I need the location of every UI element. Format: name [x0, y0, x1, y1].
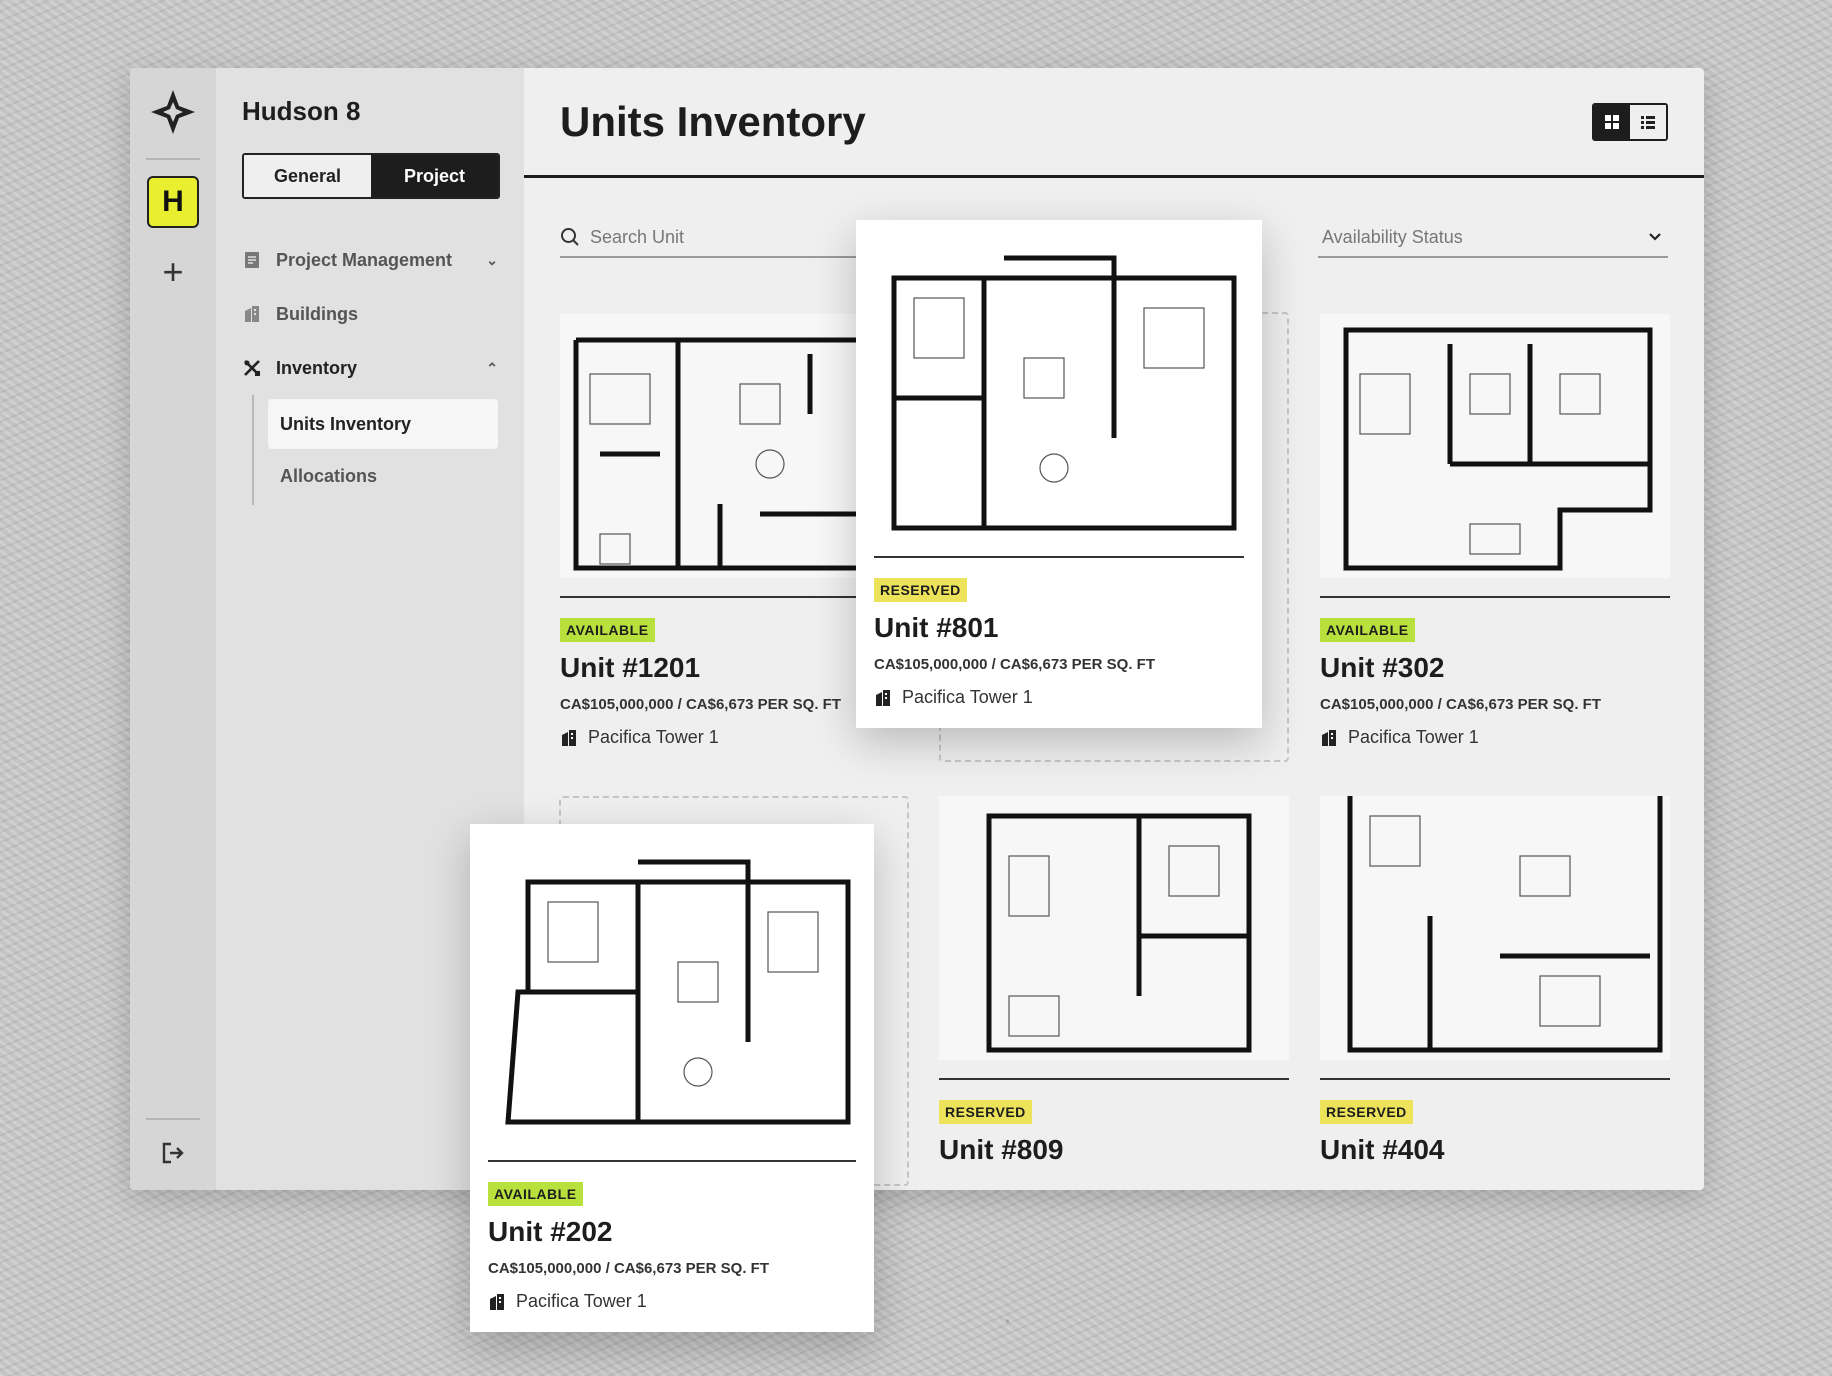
price-value: CA$105,000,000 — [488, 1260, 602, 1277]
unit-card[interactable]: AVAILABLE Unit #302 CA$105,000,000 / CA$… — [1320, 314, 1670, 748]
price-per-sqft: CA$6,673 PER SQ. FT — [999, 656, 1156, 673]
page-title: Units Inventory — [560, 97, 866, 145]
status-badge: AVAILABLE — [1320, 618, 1415, 642]
tower-name: Pacifica Tower 1 — [902, 687, 1033, 707]
rail-bottom — [146, 1118, 200, 1166]
unit-title: Unit #404 — [1320, 1134, 1445, 1165]
unit-title: Unit #809 — [939, 1134, 1064, 1165]
building-icon — [562, 729, 576, 746]
unit-title: Unit #202 — [488, 1216, 613, 1247]
sidebar-item-allocations[interactable]: Allocations — [268, 451, 498, 501]
building-icon — [490, 1293, 504, 1310]
unit-tower: Pacifica Tower 1 — [488, 1291, 856, 1312]
tools-icon — [242, 358, 262, 378]
building-icon — [242, 304, 262, 324]
floorplan-image — [874, 238, 1244, 538]
card-divider — [939, 1078, 1289, 1080]
nav-label: Inventory — [276, 357, 358, 378]
search-icon — [561, 228, 579, 246]
status-badge: AVAILABLE — [488, 1182, 583, 1206]
icon-rail: H + — [130, 68, 216, 1190]
chevron-up-icon: ⌃ — [486, 359, 498, 376]
plus-icon[interactable]: + — [162, 254, 183, 290]
document-icon — [242, 250, 262, 270]
unit-tower: Pacifica Tower 1 — [560, 727, 910, 748]
nav-inventory[interactable]: Inventory ⌃ — [242, 341, 498, 395]
chevron-down-icon — [1649, 233, 1661, 241]
nav-label: Buildings — [276, 303, 358, 324]
brand-logo-icon — [151, 90, 195, 134]
floorplan-image — [1320, 796, 1670, 1060]
unit-title: Unit #302 — [1320, 652, 1445, 683]
price-per-sqft: CA$6,673 PER SQ. FT — [1445, 696, 1602, 713]
unit-card-dragging[interactable]: AVAILABLE Unit #202 CA$105,000,000 / CA$… — [470, 824, 874, 1332]
unit-card[interactable]: RESERVED Unit #404 — [1320, 796, 1670, 1166]
project-badge[interactable]: H — [147, 176, 199, 228]
tab-project[interactable]: Project — [371, 155, 498, 197]
card-divider — [1320, 596, 1670, 598]
unit-price: CA$105,000,000 / CA$6,673 PER SQ. FT — [874, 656, 1156, 673]
project-title: Hudson 8 — [242, 96, 361, 126]
floorplan-image — [1320, 314, 1670, 578]
unit-title: Unit #801 — [874, 612, 999, 643]
chevron-down-icon: ⌄ — [486, 251, 498, 268]
tower-name: Pacifica Tower 1 — [516, 1291, 647, 1311]
filter-label: Availability Status — [1322, 226, 1463, 247]
rail-divider-bottom — [146, 1118, 200, 1120]
grid-view-icon[interactable] — [1594, 104, 1630, 139]
building-icon — [876, 689, 890, 706]
status-badge: RESERVED — [874, 578, 967, 602]
nav-label: Project Management — [276, 249, 453, 270]
price-per-sqft: CA$6,673 PER SQ. FT — [685, 696, 842, 713]
nav-buildings[interactable]: Buildings — [242, 287, 498, 341]
building-icon — [1322, 729, 1336, 746]
search-placeholder: Search Unit — [590, 226, 685, 247]
sidebar-item-units-inventory[interactable]: Units Inventory — [268, 399, 498, 449]
unit-card[interactable]: RESERVED Unit #809 — [939, 796, 1289, 1166]
scope-toggle: General Project — [242, 153, 500, 199]
tower-name: Pacifica Tower 1 — [1348, 727, 1479, 747]
tab-general[interactable]: General — [244, 155, 371, 197]
list-view-icon[interactable] — [1630, 104, 1666, 139]
logout-icon[interactable] — [160, 1140, 186, 1166]
availability-status-select[interactable]: Availability Status — [1318, 218, 1668, 258]
unit-price: CA$105,000,000 / CA$6,673 PER SQ. FT — [1320, 696, 1602, 713]
price-value: CA$105,000,000 — [874, 656, 988, 673]
rail-divider — [146, 158, 200, 160]
status-badge: RESERVED — [939, 1100, 1032, 1124]
floorplan-image — [488, 842, 856, 1142]
main-header: Units Inventory — [524, 68, 1704, 178]
search-input[interactable]: Search Unit — [560, 218, 900, 258]
price-value: CA$105,000,000 — [1320, 696, 1434, 713]
unit-card-dragging[interactable]: RESERVED Unit #801 CA$105,000,000 / CA$6… — [856, 220, 1262, 728]
floorplan-image — [939, 796, 1289, 1060]
card-divider — [488, 1160, 856, 1162]
unit-price: CA$105,000,000 / CA$6,673 PER SQ. FT — [488, 1260, 770, 1277]
unit-tower: Pacifica Tower 1 — [1320, 727, 1670, 748]
nav-project-management[interactable]: Project Management ⌄ — [242, 233, 498, 287]
card-divider — [874, 556, 1244, 558]
status-badge: RESERVED — [1320, 1100, 1413, 1124]
card-divider — [1320, 1078, 1670, 1080]
status-badge: AVAILABLE — [560, 618, 655, 642]
unit-tower: Pacifica Tower 1 — [874, 687, 1244, 708]
price-value: CA$105,000,000 — [560, 696, 674, 713]
inventory-submenu: Units Inventory Allocations — [252, 395, 498, 505]
view-toggle — [1592, 102, 1668, 141]
price-per-sqft: CA$6,673 PER SQ. FT — [613, 1260, 770, 1277]
tower-name: Pacifica Tower 1 — [588, 727, 719, 747]
